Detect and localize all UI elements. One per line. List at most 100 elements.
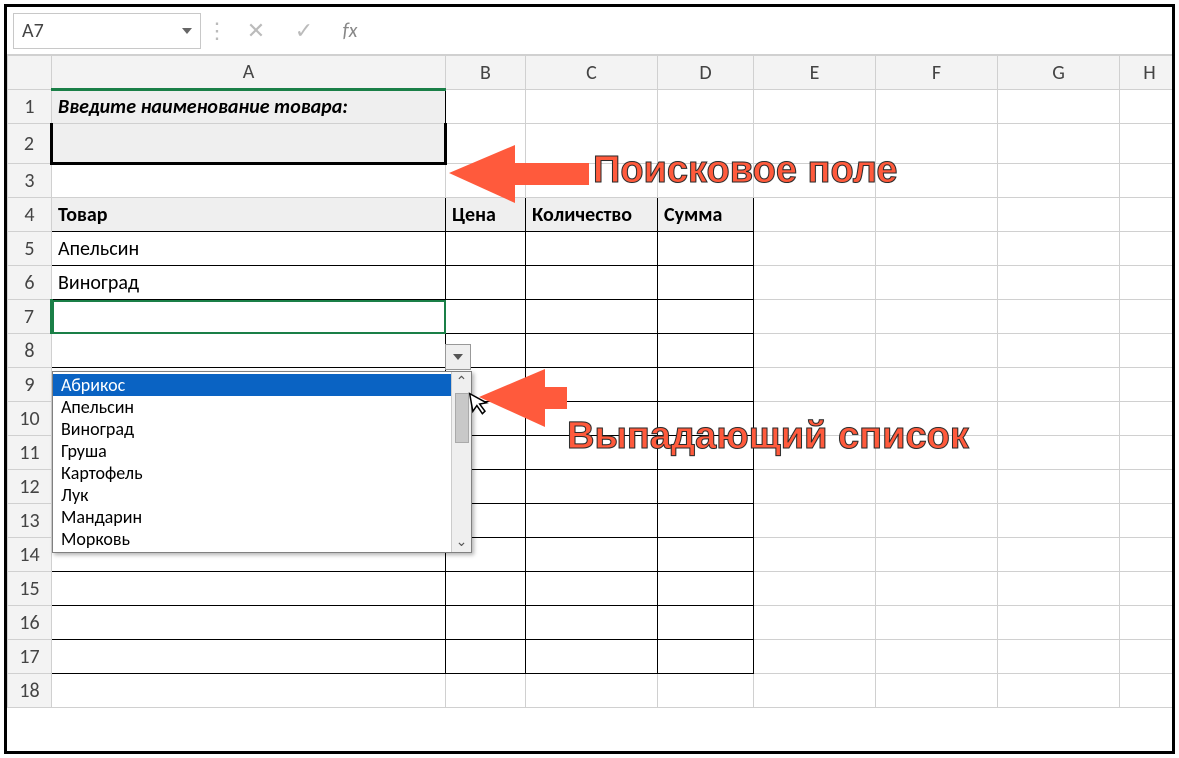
cell[interactable] — [446, 640, 526, 674]
insert-function-button[interactable]: fx — [331, 13, 369, 49]
cell[interactable] — [998, 470, 1120, 504]
cell[interactable] — [754, 300, 876, 334]
list-item[interactable]: Виноград — [53, 418, 451, 440]
cell[interactable] — [998, 300, 1120, 334]
col-header-C[interactable]: C — [526, 56, 658, 90]
cell[interactable] — [1120, 674, 1176, 708]
cell[interactable] — [526, 606, 658, 640]
cell[interactable] — [754, 572, 876, 606]
cell[interactable] — [446, 124, 526, 164]
cell-C4[interactable]: Количество — [526, 198, 658, 232]
cell[interactable] — [754, 674, 876, 708]
cell[interactable] — [876, 266, 998, 300]
cell[interactable] — [876, 300, 998, 334]
row-header[interactable]: 17 — [8, 640, 52, 674]
row-header[interactable]: 13 — [8, 504, 52, 538]
cell[interactable] — [1120, 232, 1176, 266]
cell[interactable] — [526, 232, 658, 266]
cell[interactable] — [1120, 606, 1176, 640]
cell[interactable] — [754, 538, 876, 572]
cell[interactable] — [526, 504, 658, 538]
cell[interactable] — [658, 674, 754, 708]
cell[interactable] — [754, 334, 876, 368]
cell[interactable] — [998, 674, 1120, 708]
cell-A1[interactable]: Введите наименование товара: — [52, 90, 446, 124]
cell[interactable] — [998, 124, 1120, 164]
list-item[interactable]: Морковь — [53, 528, 451, 550]
cell[interactable] — [1120, 334, 1176, 368]
cell[interactable] — [1120, 300, 1176, 334]
row-header[interactable]: 2 — [8, 124, 52, 164]
cell[interactable] — [754, 640, 876, 674]
cell[interactable] — [998, 572, 1120, 606]
cell[interactable] — [446, 674, 526, 708]
row-header[interactable]: 9 — [8, 368, 52, 402]
cell[interactable] — [1120, 266, 1176, 300]
cell-A4[interactable]: Товар — [52, 198, 446, 232]
cell[interactable] — [876, 674, 998, 708]
cell-D4[interactable]: Сумма — [658, 198, 754, 232]
cell[interactable] — [876, 538, 998, 572]
cell[interactable] — [998, 402, 1120, 436]
cell[interactable] — [876, 232, 998, 266]
list-item[interactable]: Абрикос — [53, 374, 451, 396]
col-header-G[interactable]: G — [998, 56, 1120, 90]
cell[interactable] — [446, 164, 526, 198]
select-all-corner[interactable] — [8, 56, 52, 90]
scrollbar-thumb[interactable] — [455, 393, 469, 443]
row-header[interactable]: 7 — [8, 300, 52, 334]
enter-button[interactable]: ✓ — [283, 13, 325, 49]
row-header[interactable]: 15 — [8, 572, 52, 606]
cell[interactable] — [998, 504, 1120, 538]
cell-A6[interactable]: Виноград — [52, 266, 446, 300]
chevron-down-icon[interactable] — [182, 28, 192, 34]
cell[interactable] — [1120, 436, 1176, 470]
row-header[interactable]: 16 — [8, 606, 52, 640]
list-item[interactable]: Груша — [53, 440, 451, 462]
cell[interactable] — [658, 538, 754, 572]
col-header-B[interactable]: B — [446, 56, 526, 90]
col-header-A[interactable]: A — [52, 56, 446, 90]
cell-A2-search[interactable] — [52, 124, 446, 164]
cell[interactable] — [658, 504, 754, 538]
cell[interactable] — [754, 232, 876, 266]
col-header-H[interactable]: H — [1120, 56, 1176, 90]
cell[interactable] — [876, 606, 998, 640]
col-header-D[interactable]: D — [658, 56, 754, 90]
cell[interactable] — [446, 266, 526, 300]
cell[interactable] — [998, 538, 1120, 572]
cell-A5[interactable]: Апельсин — [52, 232, 446, 266]
cell[interactable] — [998, 232, 1120, 266]
cell[interactable] — [658, 606, 754, 640]
cell[interactable] — [876, 504, 998, 538]
cell[interactable] — [876, 640, 998, 674]
list-item[interactable]: Апельсин — [53, 396, 451, 418]
cell[interactable] — [658, 90, 754, 124]
cell[interactable] — [1120, 504, 1176, 538]
cell[interactable] — [1120, 470, 1176, 504]
row-header[interactable]: 11 — [8, 436, 52, 470]
cell[interactable] — [998, 164, 1120, 198]
row-header[interactable]: 3 — [8, 164, 52, 198]
cell[interactable] — [52, 606, 446, 640]
row-header[interactable]: 6 — [8, 266, 52, 300]
cell[interactable] — [52, 640, 446, 674]
row-header[interactable]: 12 — [8, 470, 52, 504]
cell[interactable] — [876, 334, 998, 368]
cell[interactable] — [446, 232, 526, 266]
cell[interactable] — [52, 572, 446, 606]
cell[interactable] — [754, 606, 876, 640]
cell[interactable] — [658, 640, 754, 674]
col-header-F[interactable]: F — [876, 56, 998, 90]
cell[interactable] — [658, 572, 754, 606]
cell[interactable] — [526, 300, 658, 334]
list-item[interactable]: Лук — [53, 484, 451, 506]
row-header[interactable]: 5 — [8, 232, 52, 266]
cell[interactable] — [998, 90, 1120, 124]
cell[interactable] — [446, 90, 526, 124]
cell[interactable] — [998, 334, 1120, 368]
cell[interactable] — [52, 164, 446, 198]
cell[interactable] — [754, 198, 876, 232]
cell[interactable] — [526, 538, 658, 572]
cell[interactable] — [526, 368, 658, 402]
